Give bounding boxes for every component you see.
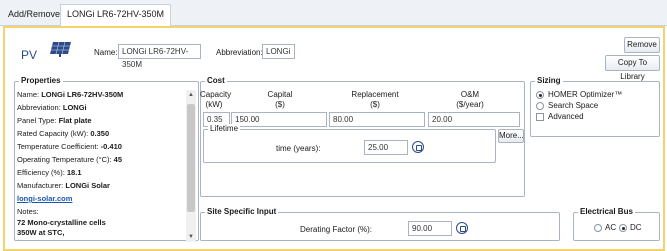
scroll-thumb[interactable] xyxy=(187,104,195,212)
prop-notes-line1: 72 Mono-crystalline cells xyxy=(17,218,106,227)
electrical-bus-group: Electrical Bus xyxy=(573,207,660,241)
remove-button[interactable]: Remove xyxy=(624,37,660,53)
prop-rated-capacity: Rated Capacity (kW): 0.350 xyxy=(17,129,110,138)
om-column-header: O&M ($/year) xyxy=(456,90,484,109)
prop-operating-temperature: Operating Temperature (°C): 45 xyxy=(17,155,123,164)
lifetime-title: Lifetime xyxy=(208,124,241,134)
capital-input[interactable]: 150.00 xyxy=(231,112,327,127)
scroll-up-icon[interactable]: ▲ xyxy=(186,90,196,100)
prop-temperature-coefficient: Temperature Coefficient: -0.410 xyxy=(17,142,122,151)
homer-optimizer-label: HOMER Optimizer™ xyxy=(548,90,623,99)
properties-scrollbar[interactable]: ▲ ▼ xyxy=(186,90,196,242)
sizing-title: Sizing xyxy=(535,76,563,86)
advanced-label: Advanced xyxy=(548,112,584,121)
lifetime-input[interactable]: 25.00 xyxy=(364,140,408,155)
more-button[interactable]: More... xyxy=(498,129,524,143)
ac-radio[interactable] xyxy=(594,224,602,232)
cost-title: Cost xyxy=(205,76,227,86)
lifetime-group: Lifetime xyxy=(203,124,496,163)
ac-label: AC xyxy=(605,223,617,232)
tab-bar: Add/Remove LONGi LR6-72HV-350M xyxy=(0,0,667,27)
electrical-bus-title: Electrical Bus xyxy=(578,207,635,217)
sensitivity-calculator-icon[interactable] xyxy=(412,141,424,153)
search-space-radio[interactable] xyxy=(536,102,544,110)
scroll-down-icon[interactable]: ▼ xyxy=(186,232,196,242)
derating-calculator-icon[interactable] xyxy=(456,222,468,234)
prop-abbreviation: Abbreviation: LONGi xyxy=(17,103,87,112)
name-input[interactable]: LONGi LR6-72HV-350M xyxy=(118,44,201,69)
properties-title: Properties xyxy=(19,76,63,86)
properties-list: Name: LONGi LR6-72HV-350M Abbreviation: … xyxy=(17,88,189,240)
abbreviation-input[interactable]: LONGi xyxy=(262,44,295,59)
dc-radio[interactable] xyxy=(619,224,627,232)
tab-add-remove[interactable]: Add/Remove xyxy=(2,5,66,26)
replacement-column-header: Replacement ($) xyxy=(351,90,399,109)
manufacturer-website-link[interactable]: longi-solar.com xyxy=(17,194,72,203)
prop-manufacturer: Manufacturer: LONGi Solar xyxy=(17,181,110,190)
time-years-label: time (years): xyxy=(276,144,321,153)
capital-column-header: Capital ($) xyxy=(267,90,293,109)
pv-label: PV xyxy=(21,48,38,62)
copy-to-library-button[interactable]: Copy To Library xyxy=(605,55,660,81)
capacity-column-header: Capacity (kW) xyxy=(200,90,232,109)
search-space-label: Search Space xyxy=(548,101,599,110)
prop-notes-label: Notes: xyxy=(17,207,39,216)
prop-name: Name: LONGi LR6-72HV-350M xyxy=(17,90,124,99)
name-label: Name: xyxy=(94,48,118,57)
abbreviation-label: Abbreviation: xyxy=(216,48,263,57)
prop-notes-line2: 350W at STC, xyxy=(17,228,65,237)
om-input[interactable]: 20.00 xyxy=(428,112,520,127)
replacement-input[interactable]: 80.00 xyxy=(329,112,425,127)
derating-factor-input[interactable]: 90.00 xyxy=(408,221,452,236)
dc-label: DC xyxy=(630,223,642,232)
site-specific-input-title: Site Specific Input xyxy=(205,207,279,217)
site-specific-input-group: Site Specific Input xyxy=(200,207,560,241)
homer-optimizer-radio[interactable] xyxy=(536,91,544,99)
prop-efficiency: Efficiency (%): 18.1 xyxy=(17,168,82,177)
derating-factor-label: Derating Factor (%): xyxy=(300,225,373,234)
solar-panel-icon xyxy=(50,41,71,57)
advanced-checkbox[interactable] xyxy=(536,113,544,121)
tab-longi-module[interactable]: LONGi LR6-72HV-350M xyxy=(60,4,172,27)
prop-panel-type: Panel Type: Flat plate xyxy=(17,116,92,125)
properties-group: Properties Name: LONGi LR6-72HV-350M Abb… xyxy=(14,76,199,242)
